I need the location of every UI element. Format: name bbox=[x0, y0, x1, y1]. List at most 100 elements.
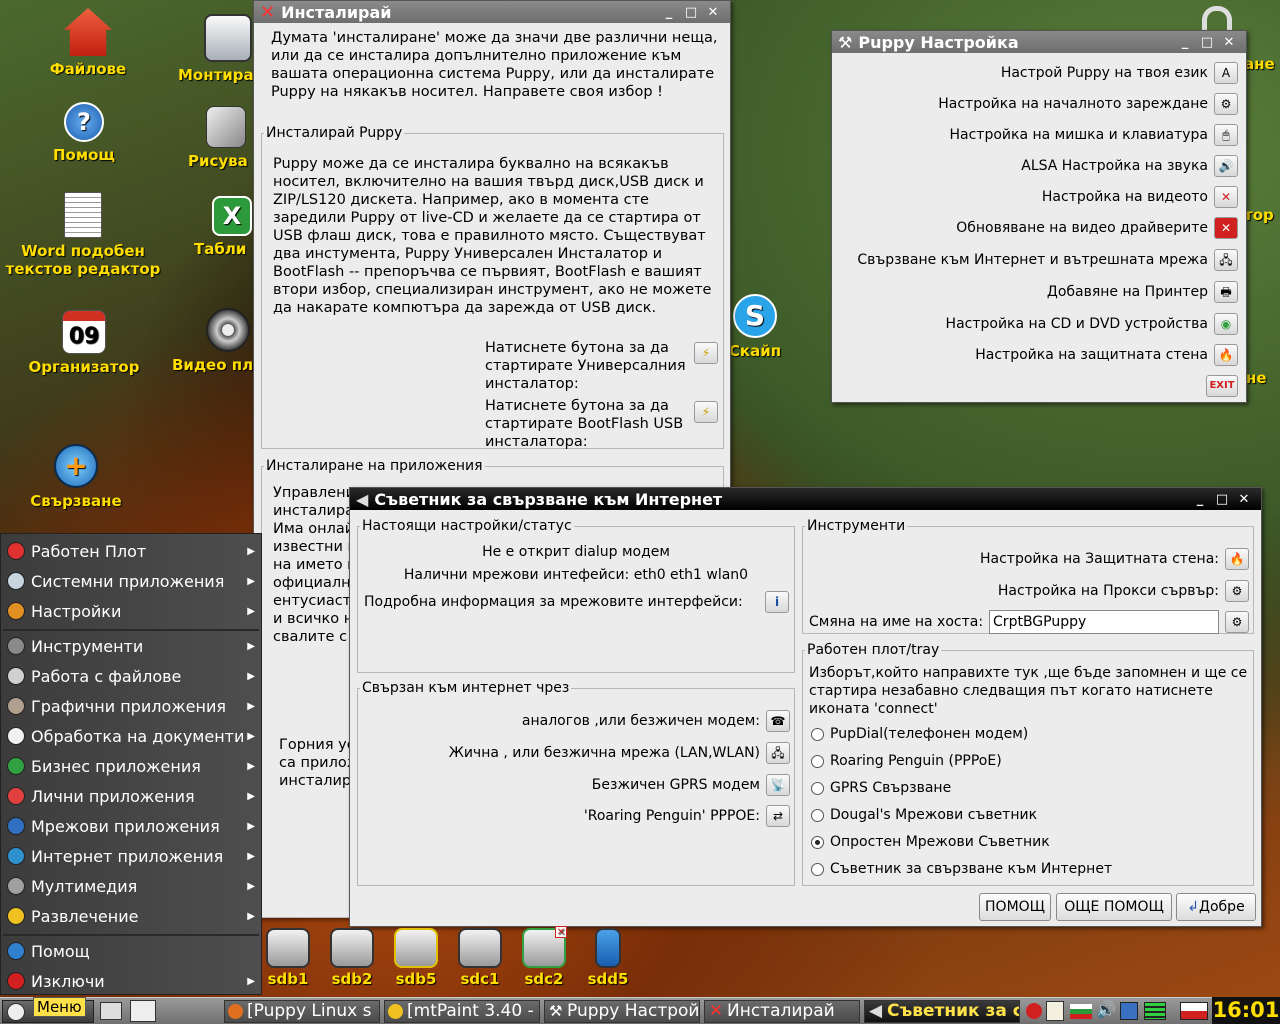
drive-sdc1[interactable]: sdc1 bbox=[455, 928, 505, 988]
firewall-icon[interactable]: 🔥 bbox=[1214, 344, 1238, 366]
close-button[interactable]: ✕ bbox=[1233, 492, 1255, 507]
drive-sdb5[interactable]: sdb5 bbox=[391, 928, 441, 988]
task-installer[interactable]: ✕ Инсталирай bbox=[704, 1000, 860, 1023]
option-label: Безжичен GPRS модем bbox=[591, 777, 760, 793]
radio-internet-wizard[interactable]: Съветник за свързване към Интернет bbox=[811, 861, 1112, 877]
more-help-button[interactable]: ОЩЕ ПОМОЩ bbox=[1056, 893, 1172, 921]
tray-network-icon[interactable] bbox=[1120, 1002, 1138, 1020]
radio-gprs[interactable]: GPRS Свързване bbox=[811, 780, 951, 796]
maximize-button[interactable]: □ bbox=[1196, 35, 1218, 50]
hostname-tool: Смяна на име на хоста: ⚙ bbox=[809, 610, 1249, 634]
connect-plug-icon: ◀ bbox=[356, 489, 369, 509]
minimize-button[interactable]: _ bbox=[1189, 492, 1211, 507]
boot-chip-icon[interactable]: ⚙ bbox=[1214, 93, 1238, 115]
clock[interactable]: 16:01 bbox=[1212, 997, 1280, 1024]
exit-button[interactable]: EXIT bbox=[1206, 375, 1238, 397]
drive-sdb2[interactable]: sdb2 bbox=[327, 928, 377, 988]
desktop-icon-paint[interactable]: Рисува bbox=[188, 106, 258, 170]
menu-item-tools[interactable]: Инструменти ▶ bbox=[1, 631, 261, 661]
tray-flag-icon[interactable] bbox=[1070, 1004, 1092, 1019]
settings-item-label: Настройка на началното зареждане bbox=[938, 96, 1208, 112]
proxy-icon[interactable]: ⚙ bbox=[1225, 580, 1249, 602]
radio-dougal[interactable]: Dougal's Мрежови съветник bbox=[811, 807, 1037, 823]
menu-button[interactable]: Меню bbox=[2, 997, 94, 1023]
dialup-status: Не е открит dialup модем bbox=[482, 544, 670, 560]
network-icon[interactable]: 🖧 bbox=[1214, 249, 1238, 271]
menu-item-system[interactable]: Системни приложения ▶ bbox=[1, 566, 261, 596]
maximize-button[interactable]: □ bbox=[1211, 492, 1233, 507]
task-wizard[interactable]: ◀ Съветник за с bbox=[864, 1000, 1020, 1023]
desktop-icon-partial-3[interactable]: не bbox=[1246, 369, 1280, 387]
universal-installer-button[interactable]: ⚡ bbox=[694, 342, 718, 364]
desktop-icon-spreadsheet[interactable]: X Табли bbox=[194, 196, 258, 258]
radio-simple-network[interactable]: Опростен Мрежови Съветник bbox=[811, 834, 1050, 850]
radio-pupdial[interactable]: PupDial(телефонен модем) bbox=[811, 726, 1028, 742]
drive-sdc2[interactable]: sdc2 ✕ bbox=[519, 926, 569, 988]
mouse-icon[interactable]: 🖱 bbox=[1214, 124, 1238, 146]
menu-item-internet[interactable]: Интернет приложения ▶ bbox=[1, 841, 261, 871]
modem-icon[interactable]: ☎ bbox=[766, 710, 790, 732]
menu-item-business[interactable]: Бизнес приложения ▶ bbox=[1, 751, 261, 781]
tray-clipboard-icon[interactable] bbox=[1046, 1001, 1064, 1021]
task-settings[interactable]: ⚒ Puppy Настрой bbox=[544, 1000, 700, 1023]
run-icon[interactable] bbox=[100, 1002, 122, 1020]
menu-item-documents[interactable]: Обработка на документи ▶ bbox=[1, 721, 261, 751]
ok-button[interactable]: ↲Добре bbox=[1176, 893, 1256, 921]
unmount-x-icon[interactable]: ✕ bbox=[555, 926, 567, 938]
printer-icon[interactable]: 🖶 bbox=[1214, 281, 1238, 303]
desktop-icon-organizer[interactable]: 09 Организатор bbox=[26, 310, 142, 376]
menu-item-graphics[interactable]: Графични приложения ▶ bbox=[1, 691, 261, 721]
desktop-icon-files[interactable]: Файлове bbox=[40, 8, 136, 78]
bootflash-installer-button[interactable]: ⚡ bbox=[694, 401, 718, 423]
settings-item-boot: Настройка на началното зареждане ⚙ bbox=[938, 93, 1238, 115]
menu-item-network[interactable]: Мрежови приложения ▶ bbox=[1, 811, 261, 841]
wizard-titlebar[interactable]: ◀ Съветник за свързване към Интернет _ □… bbox=[350, 488, 1261, 510]
pppoe-icon[interactable]: ⇄ bbox=[766, 805, 790, 827]
close-button[interactable]: ✕ bbox=[702, 5, 724, 20]
radio-roaring-penguin[interactable]: Roaring Penguin (PPPoE) bbox=[811, 753, 1002, 769]
tray-redhat-icon[interactable] bbox=[1026, 1003, 1042, 1019]
desktop-icon-word[interactable]: Word подобен текстов редактор bbox=[2, 192, 164, 278]
language-icon[interactable]: A bbox=[1214, 62, 1238, 84]
minimize-button[interactable]: _ bbox=[1174, 35, 1196, 50]
desktop-icon-partial-2[interactable]: тор bbox=[1244, 206, 1278, 224]
drive-sdd5[interactable]: sdd5 bbox=[583, 928, 633, 988]
close-button[interactable]: ✕ bbox=[1218, 35, 1240, 50]
menu-item-files[interactable]: Работа с файлове ▶ bbox=[1, 661, 261, 691]
desktop-icon-skype[interactable]: S Скайп bbox=[726, 294, 784, 360]
antenna-icon[interactable]: 📡 bbox=[766, 774, 790, 796]
desktop-icon-video[interactable]: Видео пл bbox=[172, 308, 258, 374]
maximize-button[interactable]: □ bbox=[680, 5, 702, 20]
speaker-icon[interactable]: 🔊 bbox=[1214, 155, 1238, 177]
firewall-icon[interactable]: 🔥 bbox=[1225, 548, 1249, 570]
hostname-apply-icon[interactable]: ⚙ bbox=[1225, 611, 1249, 633]
xorg-driver-icon[interactable]: ✕ bbox=[1214, 217, 1238, 239]
menu-item-settings[interactable]: Настройки ▶ bbox=[1, 596, 261, 626]
minimize-button[interactable]: _ bbox=[658, 5, 680, 20]
info-icon[interactable]: i bbox=[765, 591, 789, 613]
tray-battery-icon[interactable] bbox=[1144, 1002, 1166, 1020]
installer-titlebar[interactable]: ✕ Инсталирай _ □ ✕ bbox=[254, 1, 730, 23]
menu-item-fun[interactable]: Развлечение ▶ bbox=[1, 901, 261, 931]
cd-icon[interactable]: ◉ bbox=[1214, 313, 1238, 335]
menu-item-multimedia[interactable]: Мултимедия ▶ bbox=[1, 871, 261, 901]
desktop-icon-partial-1[interactable]: ане bbox=[1244, 55, 1278, 73]
task-mtpaint[interactable]: [mtPaint 3.40 - bbox=[384, 1000, 540, 1023]
desktop-icon-connect[interactable]: + Свързване bbox=[20, 444, 132, 510]
desktop-pager-icon[interactable] bbox=[130, 1000, 156, 1022]
menu-item-desktop[interactable]: Работен Плот ▶ bbox=[1, 536, 261, 566]
help-button[interactable]: ПОМОЩ bbox=[979, 893, 1051, 921]
menu-item-personal[interactable]: Лични приложения ▶ bbox=[1, 781, 261, 811]
menu-item-shutdown[interactable]: Изключи ▶ bbox=[1, 966, 261, 996]
xorg-icon[interactable]: ✕ bbox=[1214, 186, 1238, 208]
hostname-input[interactable] bbox=[989, 610, 1219, 634]
drive-sdb1[interactable]: sdb1 bbox=[263, 928, 313, 988]
settings-titlebar[interactable]: ⚒ Puppy Настройка _ □ ✕ bbox=[832, 31, 1246, 53]
drive-label: sdb1 bbox=[267, 970, 309, 988]
desktop-icon-help[interactable]: ? Помощ bbox=[36, 102, 132, 164]
task-browser[interactable]: [Puppy Linux s bbox=[224, 1000, 380, 1023]
menu-item-help[interactable]: Помощ bbox=[1, 936, 261, 966]
desktop-icon-mount[interactable]: Монтира bbox=[178, 14, 258, 84]
network-icon[interactable]: 🖧 bbox=[766, 742, 790, 764]
tray-volume-icon[interactable]: 🔊 bbox=[1096, 1000, 1116, 1019]
